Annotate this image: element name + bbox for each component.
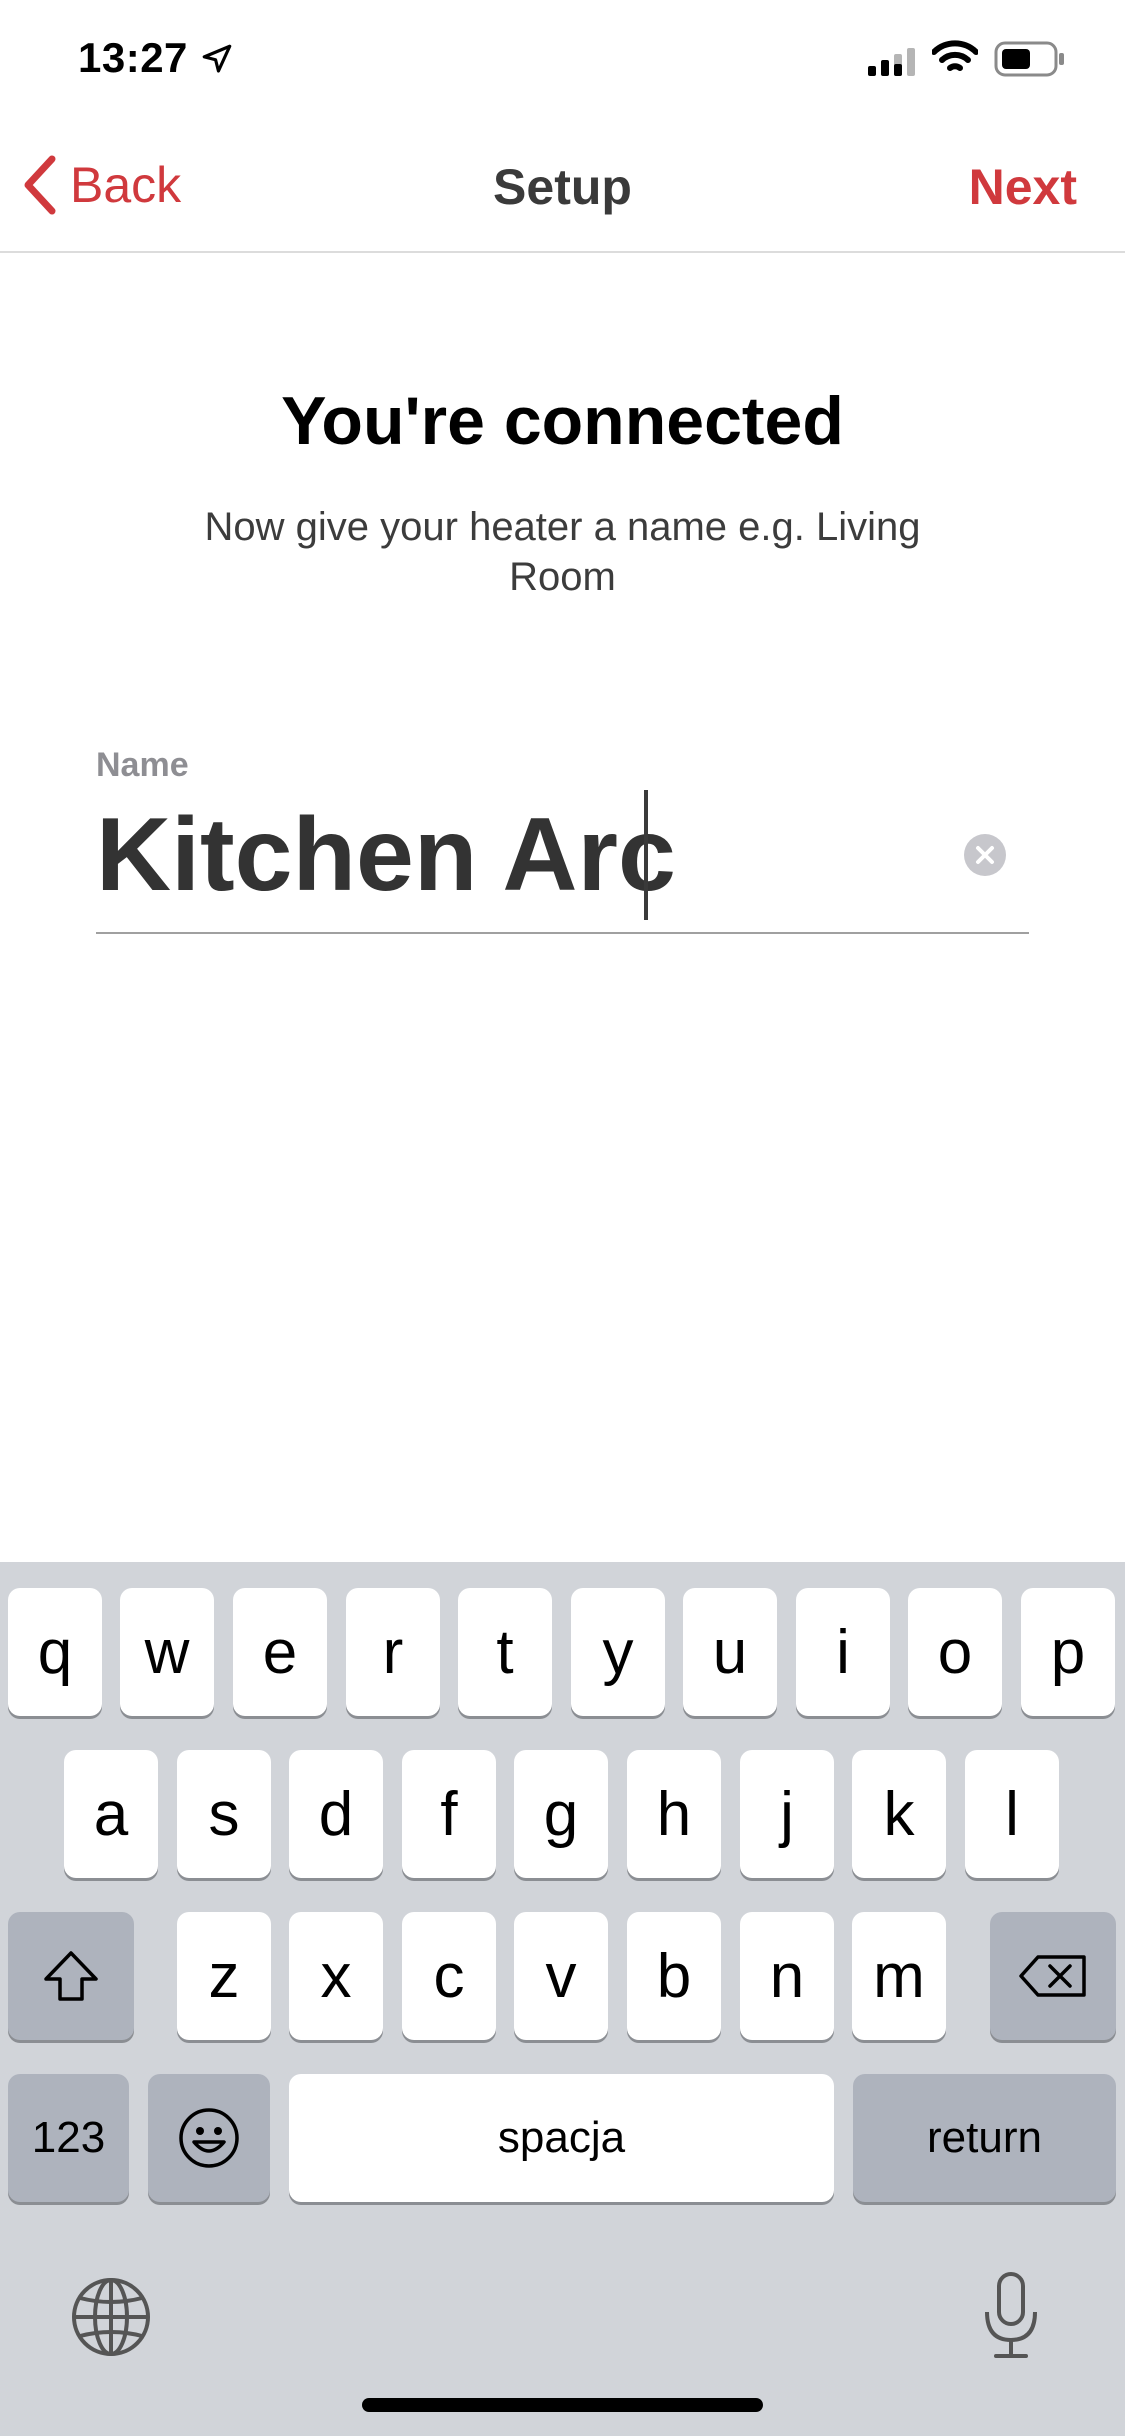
emoji-key[interactable] [148, 2074, 270, 2202]
key-d[interactable]: d [289, 1750, 383, 1878]
emoji-icon [179, 2108, 239, 2168]
key-u[interactable]: u [683, 1588, 777, 1716]
key-s[interactable]: s [177, 1750, 271, 1878]
key-f[interactable]: f [402, 1750, 496, 1878]
cellular-signal-icon [868, 48, 915, 76]
key-o[interactable]: o [908, 1588, 1002, 1716]
keyboard: q w e r t y u i o p a s d f g h j k l z … [0, 1562, 1125, 2436]
battery-icon [994, 41, 1064, 77]
nav-divider [0, 251, 1125, 253]
shift-key[interactable] [8, 1912, 134, 2040]
key-j[interactable]: j [740, 1750, 834, 1878]
key-t[interactable]: t [458, 1588, 552, 1716]
location-arrow-icon [202, 44, 232, 73]
key-b[interactable]: b [627, 1912, 721, 2040]
backspace-icon [1019, 1955, 1086, 1997]
text-caret [644, 790, 648, 920]
key-p[interactable]: p [1021, 1588, 1115, 1716]
key-x[interactable]: x [289, 1912, 383, 2040]
clear-text-icon [976, 846, 994, 864]
name-underline [96, 932, 1029, 934]
key-m[interactable]: m [852, 1912, 946, 2040]
name-label: Name [96, 746, 189, 784]
connected-heading: You're connected [281, 383, 844, 459]
key-q[interactable]: q [8, 1588, 102, 1716]
key-z[interactable]: z [177, 1912, 271, 2040]
shift-icon [44, 1951, 98, 2001]
key-e[interactable]: e [233, 1588, 327, 1716]
key-h[interactable]: h [627, 1750, 721, 1878]
status-time: 13:27 [78, 34, 188, 81]
key-i[interactable]: i [796, 1588, 890, 1716]
key-k[interactable]: k [852, 1750, 946, 1878]
globe-icon[interactable] [70, 2276, 152, 2358]
space-key[interactable]: spacja [289, 2074, 834, 2202]
clear-text-button[interactable] [964, 834, 1006, 876]
numbers-key[interactable]: 123 [8, 2074, 129, 2202]
name-input[interactable] [96, 790, 916, 920]
instruction-text: Now give your heater a name e.g. Living … [204, 505, 921, 599]
wifi-icon [932, 40, 978, 71]
microphone-icon[interactable] [980, 2270, 1042, 2362]
key-r[interactable]: r [346, 1588, 440, 1716]
next-button[interactable]: Next [969, 158, 1077, 216]
key-g[interactable]: g [514, 1750, 608, 1878]
key-y[interactable]: y [571, 1588, 665, 1716]
key-a[interactable]: a [64, 1750, 158, 1878]
page-title: Setup [493, 159, 632, 215]
backspace-key[interactable] [990, 1912, 1116, 2040]
home-indicator [362, 2398, 763, 2412]
key-n[interactable]: n [740, 1912, 834, 2040]
key-w[interactable]: w [120, 1588, 214, 1716]
key-l[interactable]: l [965, 1750, 1059, 1878]
name-field [96, 790, 1029, 934]
key-v[interactable]: v [514, 1912, 608, 2040]
return-key[interactable]: return [853, 2074, 1116, 2202]
key-c[interactable]: c [402, 1912, 496, 2040]
